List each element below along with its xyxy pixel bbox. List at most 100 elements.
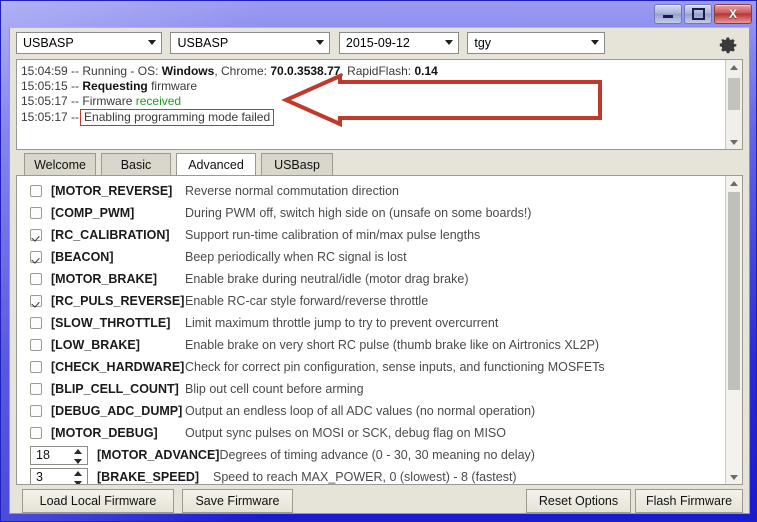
chevron-down-icon — [316, 40, 325, 45]
log-timestamp: 15:05:17 -- — [21, 94, 80, 108]
checkbox-beacon[interactable] — [30, 251, 42, 263]
log-timestamp: 15:05:17 -- — [21, 110, 80, 124]
checkbox-low_brake[interactable] — [30, 339, 42, 351]
panel-scrollbar-thumb[interactable] — [728, 192, 740, 390]
log-text: 70.0.3538.77 — [270, 64, 341, 78]
spinner-arrows[interactable] — [73, 448, 82, 464]
log-scrollbar-thumb[interactable] — [728, 78, 740, 110]
version-date-select[interactable]: 2015-09-12 — [338, 32, 459, 54]
log-text: , Chrome: — [214, 64, 271, 78]
option-row: [MOTOR_BRAKE] Enable brake during neutral… — [17, 268, 725, 290]
tab-label: Basic — [120, 158, 152, 172]
title-bar: X — [1, 1, 757, 27]
log-line: 15:05:17 -- Firmware received — [21, 94, 725, 109]
log-text: , RapidFlash: — [340, 64, 415, 78]
save-firmware-button[interactable]: Save Firmware — [182, 489, 293, 513]
triangle-up-icon — [730, 64, 738, 70]
triangle-down-icon[interactable] — [73, 458, 82, 464]
option-row: [MOTOR_REVERSE] Reverse normal commutatio… — [17, 180, 725, 202]
checkbox-motor_brake[interactable] — [30, 273, 42, 285]
window-controls: X — [654, 4, 752, 25]
log-timestamp: 15:04:59 -- — [21, 64, 80, 78]
chevron-down-icon — [148, 40, 156, 45]
log-output[interactable]: 15:04:59 -- Running - OS: Windows, Chrom… — [16, 59, 743, 150]
chevron-down-icon — [591, 40, 600, 45]
option-name: [MOTOR_ADVANCE] — [97, 448, 220, 462]
option-description: Limit maximum throttle jump to try to pr… — [185, 316, 499, 330]
option-description: Output an endless loop of all ADC values… — [185, 404, 536, 418]
panel-scroll-up-button[interactable] — [726, 176, 742, 190]
option-name: [BEACON] — [51, 250, 114, 264]
tab-label: USBasp — [274, 158, 320, 172]
tab-label: Advanced — [188, 158, 244, 172]
log-error-highlight: Enabling programming mode failed — [80, 109, 275, 126]
triangle-down-icon[interactable] — [73, 480, 82, 484]
log-timestamp: 15:05:15 -- — [21, 79, 80, 93]
option-description: Beep periodically when RC signal is lost — [185, 250, 407, 264]
option-list: [MOTOR_REVERSE] Reverse normal commutatio… — [17, 180, 725, 484]
minimize-button[interactable] — [654, 4, 682, 24]
option-row: [BEACON] Beep periodically when RC signal… — [17, 246, 725, 268]
checkbox-rc_puls_reverse[interactable] — [30, 295, 42, 307]
triangle-up-icon[interactable] — [73, 448, 82, 454]
spinner-motor_advance[interactable]: 18 — [30, 445, 88, 465]
checkbox-blip_cell_count[interactable] — [30, 383, 42, 395]
option-row: [BLIP_CELL_COUNT] Blip out cell count bef… — [17, 378, 725, 400]
option-name: [LOW_BRAKE] — [51, 338, 140, 352]
triangle-down-icon — [730, 474, 738, 480]
checkbox-check_hardware[interactable] — [30, 361, 42, 373]
panel-scrollbar[interactable] — [725, 176, 742, 484]
option-description: During PWM off, switch high side on (uns… — [185, 206, 532, 220]
log-text: Running - OS: — [79, 64, 162, 78]
option-description: Reverse normal commutation direction — [185, 184, 399, 198]
triangle-up-icon — [730, 180, 738, 186]
programmer-select[interactable]: USBASP — [16, 32, 162, 54]
minimize-icon — [663, 15, 673, 18]
gear-icon — [719, 37, 737, 54]
reset-options-button[interactable]: Reset Options — [526, 489, 631, 513]
log-lines: 15:04:59 -- Running - OS: Windows, Chrom… — [17, 62, 725, 126]
triangle-down-icon — [730, 139, 738, 145]
tab-welcome[interactable]: Welcome — [24, 153, 96, 176]
log-text: Windows — [161, 64, 215, 78]
option-row: [LOW_BRAKE] Enable brake on very short RC… — [17, 334, 725, 356]
option-description: Degrees of timing advance (0 - 30, 30 me… — [219, 448, 535, 462]
tab-bar: Welcome Basic Advanced USBasp — [16, 153, 743, 177]
option-description: Blip out cell count before arming — [185, 382, 364, 396]
spinner-brake_speed[interactable]: 3 — [30, 467, 88, 484]
checkbox-rc_calibration[interactable] — [30, 229, 42, 241]
option-description: Support run-time calibration of min/max … — [185, 228, 481, 242]
flash-firmware-button[interactable]: Flash Firmware — [635, 489, 743, 513]
log-scroll-up-button[interactable] — [726, 60, 742, 74]
application-window: X USBASP USBASP 2015-09-12 tgy 15:04:59 … — [0, 0, 757, 522]
option-name: [RC_PULS_REVERSE] — [51, 294, 185, 308]
settings-button[interactable] — [717, 33, 739, 55]
maximize-button[interactable] — [684, 4, 712, 24]
close-button[interactable]: X — [714, 4, 752, 24]
option-name: [SLOW_THROTTLE] — [51, 316, 171, 330]
option-name: [MOTOR_DEBUG] — [51, 426, 158, 440]
port-select[interactable]: USBASP — [170, 32, 331, 54]
firmware-select[interactable]: tgy — [467, 32, 606, 54]
checkbox-motor_debug[interactable] — [30, 427, 42, 439]
tab-basic[interactable]: Basic — [101, 153, 171, 176]
spinner-arrows[interactable] — [73, 470, 82, 484]
option-description: Output sync pulses on MOSI or SCK, debug… — [185, 426, 506, 440]
tab-advanced[interactable]: Advanced — [176, 153, 256, 177]
maximize-icon — [691, 8, 705, 20]
panel-scroll-down-button[interactable] — [726, 470, 742, 484]
log-scroll-down-button[interactable] — [726, 135, 742, 149]
version-date-select-value: 2015-09-12 — [345, 36, 410, 50]
programmer-select-value: USBASP — [23, 36, 74, 50]
log-scrollbar[interactable] — [725, 60, 742, 149]
checkbox-comp_pwm[interactable] — [30, 207, 42, 219]
checkbox-slow_throttle[interactable] — [30, 317, 42, 329]
option-row: [MOTOR_DEBUG] Output sync pulses on MOSI … — [17, 422, 725, 444]
triangle-up-icon[interactable] — [73, 470, 82, 476]
option-row: [SLOW_THROTTLE] Limit maximum throttle ju… — [17, 312, 725, 334]
option-row: [COMP_PWM] During PWM off, switch high si… — [17, 202, 725, 224]
tab-usbasp[interactable]: USBasp — [261, 153, 333, 176]
checkbox-motor_reverse[interactable] — [30, 185, 42, 197]
checkbox-debug_adc_dump[interactable] — [30, 405, 42, 417]
load-local-firmware-button[interactable]: Load Local Firmware — [22, 489, 174, 513]
